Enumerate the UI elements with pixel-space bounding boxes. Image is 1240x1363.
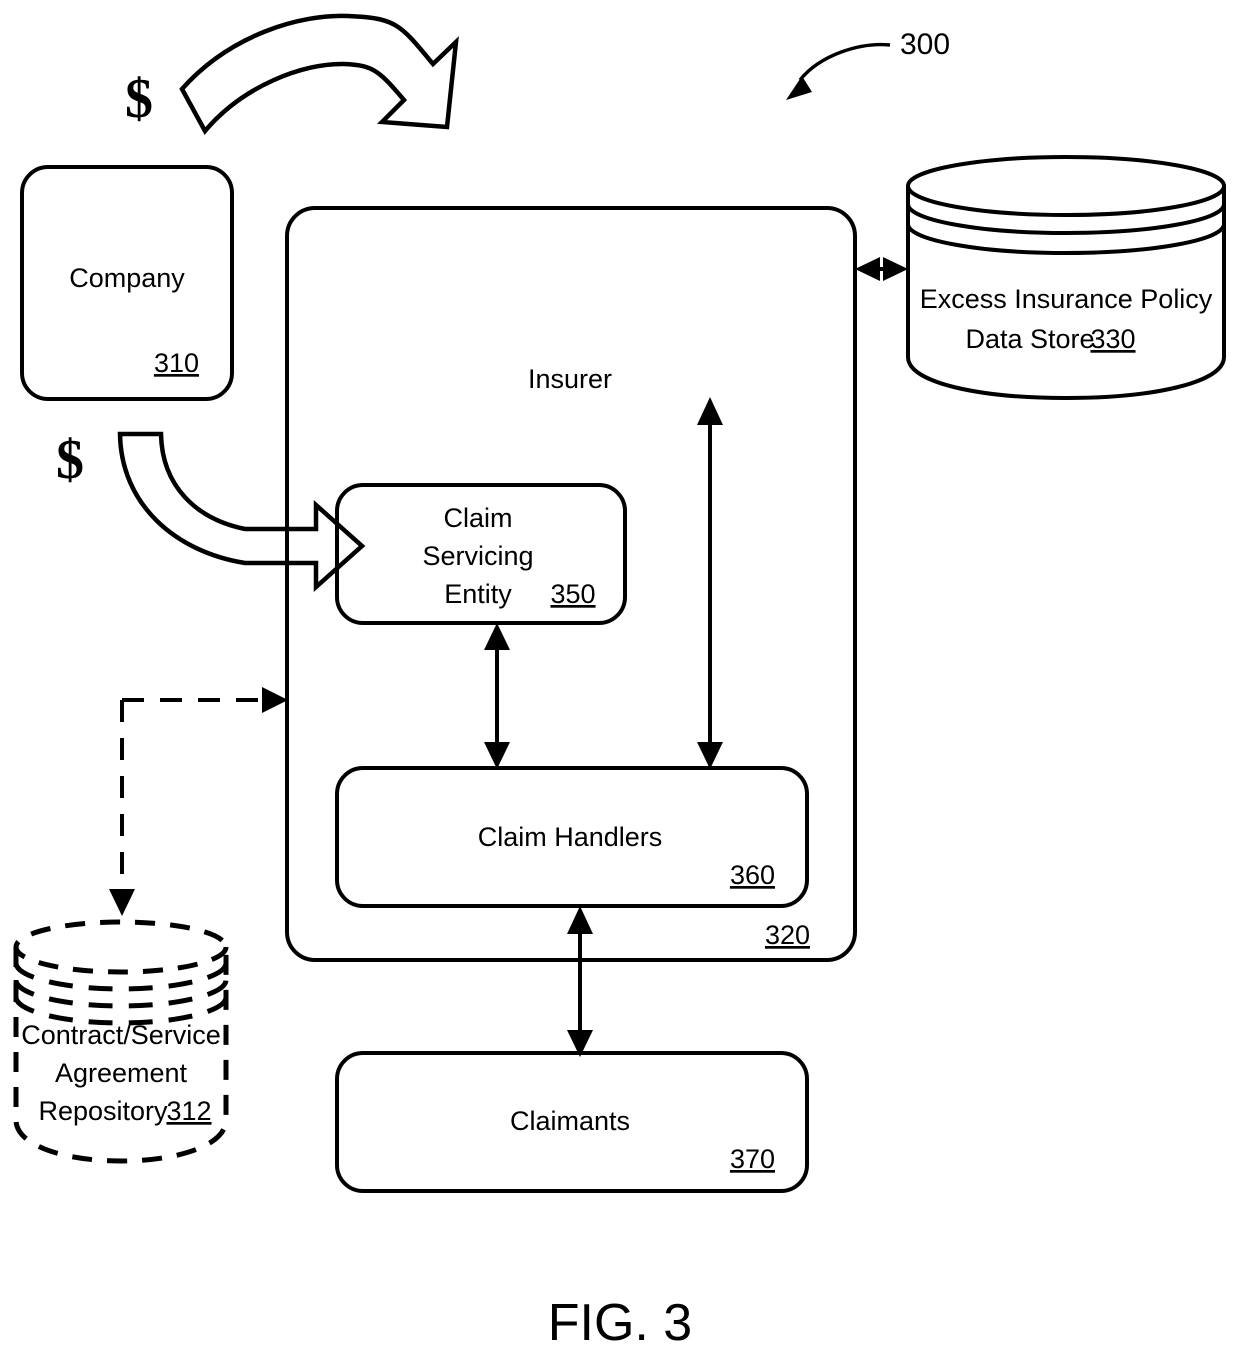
contract-service-repository-label-line3: Repository — [38, 1096, 168, 1126]
node-company[interactable]: Company 310 — [20, 165, 234, 401]
claimants-label: Claimants — [510, 1106, 630, 1136]
patent-figure: 300 $ Company 310 $ Insurer 320 Excess I… — [0, 0, 1240, 1363]
dollar-symbol-bottom-icon: $ — [56, 429, 84, 491]
claim-servicing-entity-label-line3: Entity — [444, 579, 512, 609]
claim-servicing-entity-label-line1: Claim — [443, 503, 512, 533]
insurer-label: Insurer — [528, 364, 612, 394]
connector-claim-handlers-claimants — [567, 906, 593, 1057]
contract-service-repository-label-line2: Agreement — [55, 1058, 188, 1088]
block-arrow-claim-payment-icon — [117, 431, 366, 593]
connector-claim-servicing-entity-claim-handlers — [484, 623, 510, 769]
connector-insurer-excess-policy-store — [855, 257, 908, 281]
claimants-ref-label: 370 — [730, 1144, 775, 1174]
block-arrow-premium-icon — [179, 13, 459, 135]
claim-servicing-entity-label-line2: Servicing — [422, 541, 533, 571]
claim-handlers-label: Claim Handlers — [478, 822, 663, 852]
excess-policy-store-label-line2: Data Store — [965, 324, 1094, 354]
contract-service-repository-ref-label: 312 — [166, 1096, 211, 1126]
company-ref-label: 310 — [154, 348, 199, 378]
figure-ref-300-leader — [786, 42, 891, 100]
insurer-ref-label: 320 — [765, 920, 810, 950]
node-claimants[interactable]: Claimants 370 — [335, 1051, 809, 1193]
excess-policy-store-ref-label: 330 — [1090, 324, 1135, 354]
connector-insurer-contract-service-repository — [109, 687, 288, 916]
node-contract-service-agreement-repository[interactable]: Contract/Service Agreement Repository 31… — [13, 919, 229, 1164]
dollar-symbol-top-icon: $ — [125, 68, 153, 130]
node-claim-handlers[interactable]: Claim Handlers 360 — [335, 766, 809, 908]
excess-policy-store-label-line1: Excess Insurance Policy — [920, 284, 1213, 314]
company-label: Company — [69, 263, 185, 293]
figure-canvas: 300 $ Company 310 $ Insurer 320 Excess I… — [13, 13, 1226, 1352]
node-excess-insurance-policy-data-store[interactable]: Excess Insurance Policy Data Store 330 — [906, 155, 1226, 400]
node-claim-servicing-entity[interactable]: Claim Servicing Entity 350 — [335, 483, 627, 625]
figure-caption: FIG. 3 — [548, 1294, 692, 1352]
claim-handlers-ref-label: 360 — [730, 860, 775, 890]
figure-ref-300-label: 300 — [900, 28, 950, 61]
claim-servicing-entity-ref-label: 350 — [550, 579, 595, 609]
connector-insurer-claim-handlers — [697, 397, 723, 769]
contract-service-repository-label-line1: Contract/Service — [21, 1020, 221, 1050]
